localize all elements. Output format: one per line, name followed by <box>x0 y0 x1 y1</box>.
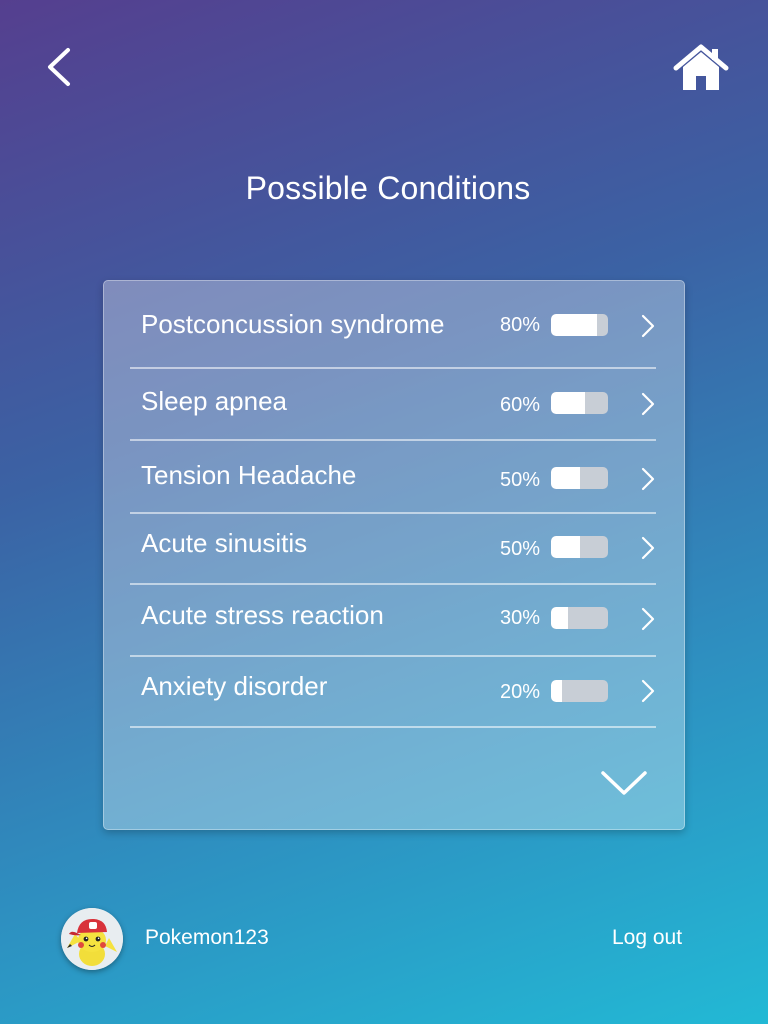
chevron-right-icon <box>641 392 655 416</box>
likelihood-bar <box>551 680 608 702</box>
likelihood-bar <box>551 607 608 629</box>
condition-row[interactable]: Acute sinusitis 50% <box>130 514 656 585</box>
pikachu-avatar-icon <box>61 908 123 970</box>
likelihood-bar-fill <box>551 467 580 489</box>
expand-list-button[interactable] <box>598 765 650 801</box>
likelihood-bar <box>551 536 608 558</box>
home-button[interactable] <box>672 42 730 94</box>
logout-link[interactable]: Log out <box>612 926 682 950</box>
likelihood-bar-fill <box>551 680 563 702</box>
chevron-left-icon <box>48 48 70 86</box>
condition-row[interactable]: Acute stress reaction 30% <box>130 585 656 657</box>
condition-percent: 20% <box>500 681 541 703</box>
chevron-down-icon <box>601 771 647 795</box>
chevron-right-icon <box>641 679 655 703</box>
condition-row[interactable]: Tension Headache 50% <box>130 441 656 514</box>
chevron-right-icon <box>641 467 655 491</box>
condition-row[interactable]: Sleep apnea 60% <box>130 369 656 441</box>
likelihood-bar <box>551 392 608 414</box>
chevron-right-icon <box>641 607 655 631</box>
username: Pokemon123 <box>145 926 269 949</box>
back-button[interactable] <box>38 42 82 92</box>
condition-name: Anxiety disorder <box>141 671 328 701</box>
row-divider <box>130 726 656 728</box>
condition-percent: 60% <box>500 394 541 416</box>
likelihood-bar-fill <box>551 392 586 414</box>
condition-row[interactable]: Anxiety disorder 20% <box>130 657 656 728</box>
condition-percent: 80% <box>500 314 541 336</box>
likelihood-bar-fill <box>551 536 580 558</box>
chevron-right-icon <box>641 314 655 338</box>
condition-name: Postconcussion syndrome <box>141 309 445 339</box>
avatar[interactable] <box>61 908 123 970</box>
condition-name: Acute sinusitis <box>141 528 308 558</box>
likelihood-bar <box>551 314 608 336</box>
condition-row[interactable]: Postconcussion syndrome 80% <box>130 297 656 369</box>
home-icon <box>673 44 729 90</box>
condition-name: Sleep apnea <box>141 386 288 416</box>
condition-percent: 30% <box>500 607 541 629</box>
likelihood-bar <box>551 467 608 489</box>
condition-percent: 50% <box>500 469 541 491</box>
condition-name: Tension Headache <box>141 460 357 490</box>
conditions-card: Postconcussion syndrome 80% Sleep apnea … <box>103 280 685 830</box>
likelihood-bar-fill <box>551 607 569 629</box>
condition-percent: 50% <box>500 538 541 560</box>
condition-name: Acute stress reaction <box>141 600 384 630</box>
chevron-right-icon <box>641 536 655 560</box>
page-title: Possible Conditions <box>245 170 531 206</box>
likelihood-bar-fill <box>551 314 597 336</box>
